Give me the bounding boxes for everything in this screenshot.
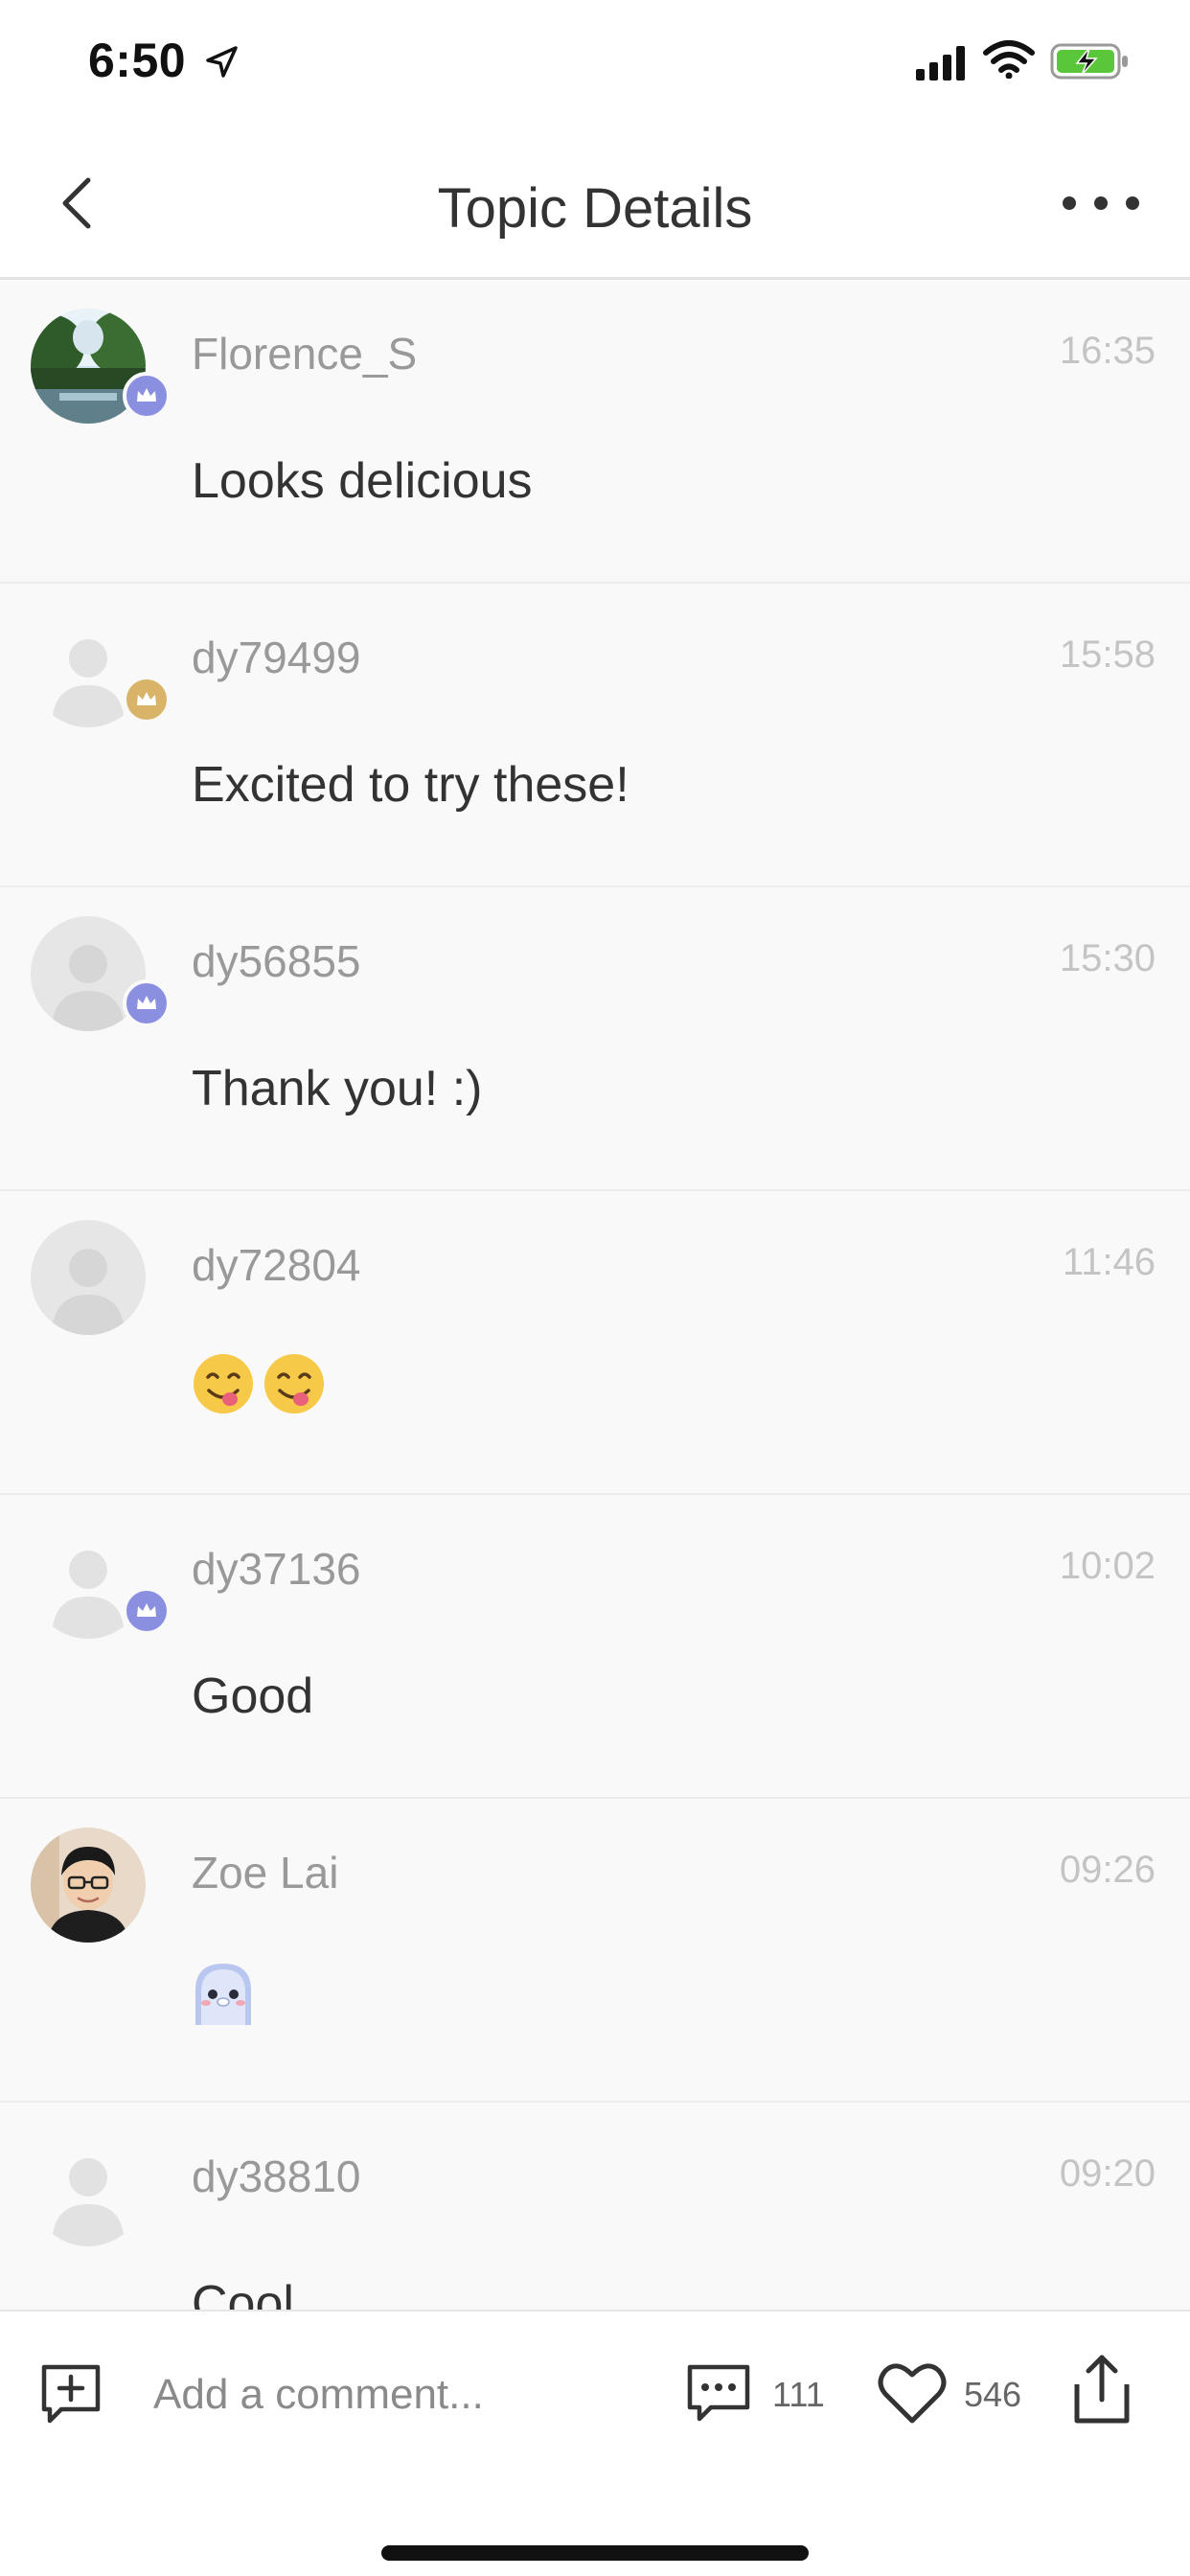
avatar[interactable] bbox=[31, 2131, 146, 2246]
page-title: Topic Details bbox=[437, 177, 753, 240]
yum-face-emoji-icon bbox=[264, 1354, 324, 1414]
comment-time: 16:35 bbox=[1059, 330, 1156, 372]
comments-count: 111 bbox=[772, 2375, 825, 2414]
navigation-bar: Topic Details bbox=[0, 126, 1190, 280]
wifi-icon bbox=[983, 40, 1035, 79]
person-photo-avatar bbox=[31, 1828, 146, 1943]
battery-charging-icon bbox=[1050, 43, 1128, 80]
comment-username[interactable]: dy38810 bbox=[192, 2150, 361, 2202]
ghost-sticker-icon bbox=[195, 1964, 251, 2025]
heart-icon[interactable] bbox=[878, 2359, 947, 2425]
share-icon[interactable] bbox=[1071, 2352, 1133, 2425]
home-indicator bbox=[381, 2545, 809, 2561]
comment-time: 11:46 bbox=[1062, 1241, 1156, 1283]
comment-time: 10:02 bbox=[1059, 1545, 1156, 1587]
avatar[interactable] bbox=[31, 1828, 146, 1943]
crown-badge-icon bbox=[123, 1587, 171, 1635]
comment-item: dy37136 10:02 Good bbox=[0, 1495, 1190, 1799]
comment-emoji-row bbox=[192, 1352, 326, 1415]
comment-username[interactable]: dy79499 bbox=[192, 632, 361, 683]
crown-badge-icon bbox=[123, 676, 171, 724]
default-user-avatar-icon bbox=[31, 2131, 146, 2246]
bottom-action-bar: 111 546 bbox=[0, 2310, 1190, 2576]
avatar[interactable] bbox=[31, 1220, 146, 1335]
comment-username[interactable]: Zoe Lai bbox=[192, 1847, 338, 1898]
crown-badge-icon bbox=[123, 372, 171, 420]
avatar[interactable] bbox=[31, 309, 171, 424]
comment-item: dy79499 15:58 Excited to try these! bbox=[0, 584, 1190, 887]
comment-username[interactable]: dy37136 bbox=[192, 1543, 361, 1595]
default-user-avatar-icon bbox=[31, 1220, 146, 1335]
comment-item: dy56855 15:30 Thank you! :) bbox=[0, 887, 1190, 1191]
cellular-signal-icon bbox=[916, 46, 965, 80]
comment-text: Excited to try these! bbox=[192, 757, 629, 813]
comment-text: Thank you! :) bbox=[192, 1061, 483, 1116]
avatar[interactable] bbox=[31, 916, 171, 1031]
status-time: 6:50 bbox=[88, 34, 187, 87]
location-arrow-icon bbox=[206, 46, 238, 78]
comment-list[interactable]: Florence_S 16:35 Looks delicious dy79499… bbox=[0, 280, 1190, 2312]
comment-username[interactable]: dy56855 bbox=[192, 935, 361, 987]
comment-input[interactable] bbox=[153, 2361, 652, 2428]
status-bar: 6:50 bbox=[0, 0, 1190, 126]
comment-sticker-row bbox=[192, 1960, 255, 2027]
comment-item: dy38810 09:20 Cool bbox=[0, 2103, 1190, 2312]
comment-username[interactable]: Florence_S bbox=[192, 328, 417, 380]
comment-item: Florence_S 16:35 Looks delicious bbox=[0, 280, 1190, 584]
comment-text: Looks delicious bbox=[192, 453, 533, 509]
comment-time: 09:20 bbox=[1059, 2152, 1156, 2195]
comment-item: Zoe Lai 09:26 bbox=[0, 1799, 1190, 2103]
comment-username[interactable]: dy72804 bbox=[192, 1239, 361, 1291]
more-options-icon[interactable] bbox=[1060, 184, 1142, 222]
comment-time: 15:58 bbox=[1059, 633, 1156, 676]
comment-time: 15:30 bbox=[1059, 937, 1156, 979]
avatar[interactable] bbox=[31, 612, 171, 727]
comment-time: 09:26 bbox=[1059, 1849, 1156, 1891]
add-comment-icon[interactable] bbox=[38, 2361, 103, 2426]
yum-face-emoji-icon bbox=[194, 1354, 253, 1414]
likes-count: 546 bbox=[964, 2375, 1022, 2414]
crown-badge-icon bbox=[123, 979, 171, 1027]
comment-text: Cool bbox=[192, 2276, 294, 2312]
comment-item: dy72804 11:46 bbox=[0, 1191, 1190, 1495]
comments-icon[interactable] bbox=[686, 2363, 751, 2425]
comment-text: Good bbox=[192, 1668, 314, 1724]
avatar[interactable] bbox=[31, 1524, 171, 1639]
